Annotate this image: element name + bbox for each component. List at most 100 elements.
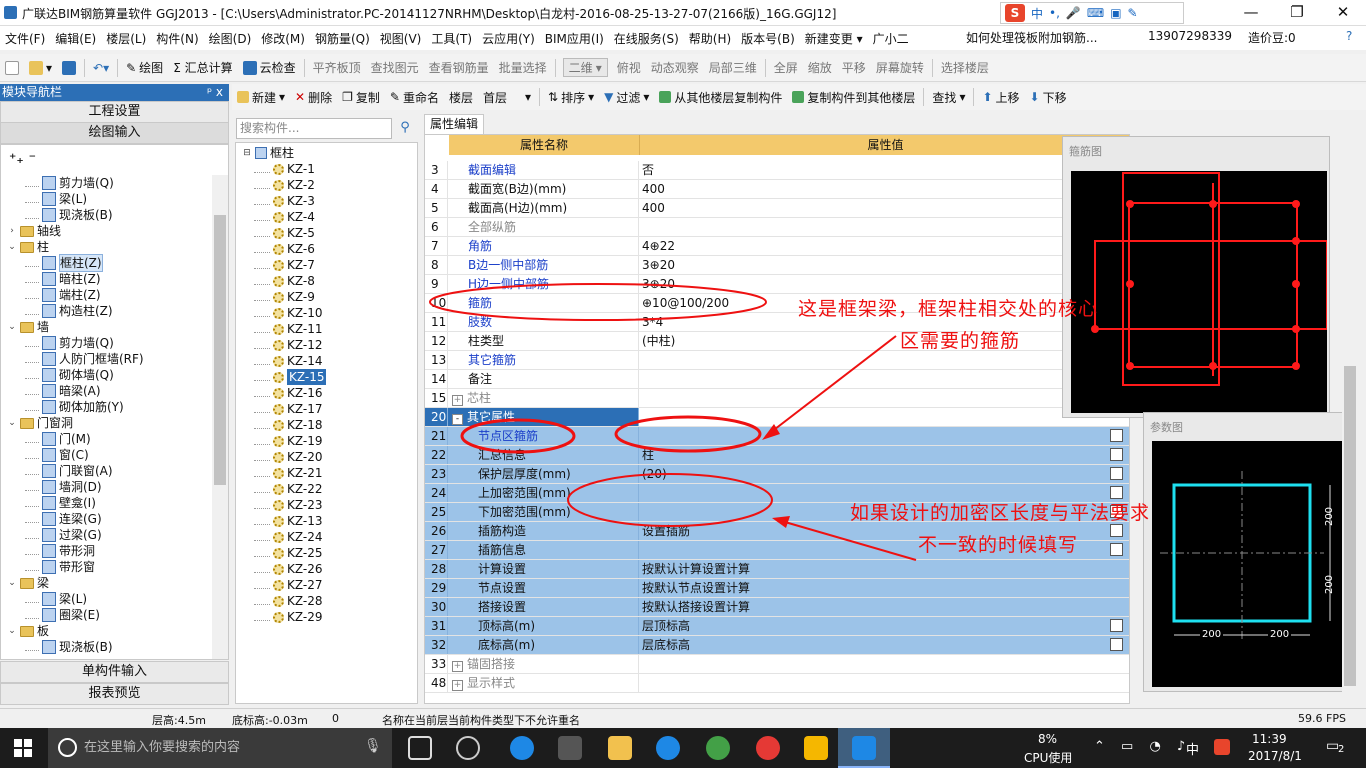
property-row[interactable]: 7 角筋 4⊕22	[425, 237, 1129, 256]
property-checkbox[interactable]	[1110, 448, 1123, 461]
pan-button[interactable]: 平移	[837, 59, 871, 76]
nav-pin-icon[interactable]: ᵖ x	[207, 84, 223, 101]
menu-version[interactable]: 版本号(B)	[736, 30, 800, 47]
move-down-button[interactable]: ⬇ 下移	[1025, 89, 1072, 106]
expand-all-icon[interactable]: ⁺₊ ⁻	[9, 151, 36, 167]
clock-date[interactable]: 2017/8/1	[1248, 749, 1302, 763]
property-value[interactable]: 4⊕22	[639, 237, 1129, 255]
property-checkbox[interactable]	[1110, 619, 1123, 632]
property-row[interactable]: 9 H边一侧中部筋 3⊕20	[425, 275, 1129, 294]
sogou-tray-icon[interactable]	[1214, 739, 1230, 755]
component-item[interactable]: KZ-19	[254, 433, 322, 449]
tray-icons[interactable]: ⌃ ▭ ◔ ♪	[1094, 739, 1191, 754]
menu-tools[interactable]: 工具(T)	[426, 30, 477, 47]
component-item[interactable]: KZ-7	[254, 257, 315, 273]
task-view-icon[interactable]	[408, 736, 432, 760]
nav-tree-item[interactable]: 圈梁(E)	[25, 607, 100, 623]
drawing-input-button[interactable]: 绘图输入	[0, 122, 229, 144]
active-app-icon[interactable]	[838, 728, 890, 768]
help-link[interactable]: 如何处理筏板附加钢筋...	[966, 29, 1097, 46]
property-value[interactable]: 3⊕20	[639, 275, 1129, 293]
component-item[interactable]: KZ-3	[254, 193, 315, 209]
menu-rebar[interactable]: 钢筋量(Q)	[310, 30, 375, 47]
tab-property-edit[interactable]: 属性编辑	[424, 114, 484, 134]
delete-button[interactable]: ✕ 删除	[290, 89, 337, 106]
orbit-button[interactable]: 动态观察	[646, 59, 704, 76]
single-component-button[interactable]: 单构件输入	[0, 661, 229, 683]
property-row[interactable]: 32 底标高(m) 层底标高	[425, 636, 1129, 655]
menu-component[interactable]: 构件(N)	[151, 30, 203, 47]
property-value[interactable]: (中柱)	[639, 332, 1129, 350]
local-3d-button[interactable]: 局部三维	[704, 59, 762, 76]
clock-time[interactable]: 11:39	[1252, 732, 1287, 746]
property-scrollbar[interactable]	[1342, 136, 1358, 706]
nav-tree-item[interactable]: 梁(L)	[25, 191, 87, 207]
tree-toggle-icon[interactable]: ⌄	[7, 415, 17, 431]
summary-calc-button[interactable]: Σ 汇总计算	[168, 59, 237, 76]
batch-select-button[interactable]: 批量选择	[494, 59, 552, 76]
nav-tree-item[interactable]: ⌄ 柱	[7, 239, 49, 255]
component-item[interactable]: KZ-9	[254, 289, 315, 305]
filter-button[interactable]: ▼ 过滤 ▾	[599, 89, 654, 106]
menu-floor[interactable]: 楼层(L)	[101, 30, 151, 47]
property-value[interactable]	[639, 370, 1129, 388]
menu-bim[interactable]: BIM应用(I)	[540, 30, 609, 47]
nav-tree-item[interactable]: 现浇板(B)	[25, 639, 113, 655]
property-checkbox[interactable]	[1110, 467, 1123, 480]
component-item[interactable]: KZ-27	[254, 577, 322, 593]
property-row[interactable]: 15 + 芯柱	[425, 389, 1129, 408]
property-row[interactable]: 30 搭接设置 按默认搭接设置计算	[425, 598, 1129, 617]
nav-tree-item[interactable]: 门(M)	[25, 431, 91, 447]
component-item[interactable]: KZ-13	[254, 513, 322, 529]
nav-tree-item[interactable]: 砌体加筋(Y)	[25, 399, 124, 415]
expand-toggle-icon[interactable]: -	[452, 414, 463, 425]
rotate-button[interactable]: 屏幕旋转	[871, 59, 929, 76]
edge-icon[interactable]	[510, 736, 534, 760]
property-row[interactable]: 5 截面高(H边)(mm) 400	[425, 199, 1129, 218]
view-2d-select[interactable]: 二维 ▾	[562, 58, 608, 77]
property-row[interactable]: 22 汇总信息 柱	[425, 446, 1129, 465]
property-value[interactable]	[639, 218, 1129, 236]
cortana-icon[interactable]	[58, 738, 77, 757]
nav-tree-item[interactable]: 梁(L)	[25, 591, 87, 607]
property-row[interactable]: 12 柱类型 (中柱)	[425, 332, 1129, 351]
nav-tree-item[interactable]: 剪力墙(Q)	[25, 175, 114, 191]
menu-new-change[interactable]: 新建变更 ▾	[800, 30, 868, 47]
property-row[interactable]: 31 顶标高(m) 层顶标高	[425, 617, 1129, 636]
draw-button[interactable]: ✎ 绘图	[121, 59, 168, 76]
keyboard-icon[interactable]: ⌨	[1087, 6, 1104, 20]
project-settings-button[interactable]: 工程设置	[0, 101, 229, 123]
property-value[interactable]: 400	[639, 199, 1129, 217]
property-value[interactable]: 层顶标高	[639, 617, 1129, 635]
property-value[interactable]	[639, 408, 1129, 426]
property-value[interactable]: 层底标高	[639, 636, 1129, 654]
component-item[interactable]: KZ-1	[254, 161, 315, 177]
component-item[interactable]: KZ-24	[254, 529, 322, 545]
property-row[interactable]: 29 节点设置 按默认节点设置计算	[425, 579, 1129, 598]
glodon-app-icon[interactable]	[756, 736, 780, 760]
nav-tree-item[interactable]: 窗(C)	[25, 447, 89, 463]
menu-assistant[interactable]: 广小二	[868, 30, 914, 47]
menu-online[interactable]: 在线服务(S)	[609, 30, 684, 47]
fullscreen-button[interactable]: 全屏	[769, 59, 803, 76]
align-top-button[interactable]: 平齐板顶	[308, 59, 366, 76]
tree-toggle-icon[interactable]: ⌄	[7, 623, 17, 639]
open-file-icon[interactable]: ▾	[24, 60, 57, 75]
new-file-icon[interactable]	[0, 60, 24, 75]
component-item[interactable]: KZ-8	[254, 273, 315, 289]
nav-tree-item[interactable]: ⌄ 梁	[7, 575, 49, 591]
tree-toggle-icon[interactable]: ⌄	[7, 239, 17, 255]
component-item[interactable]: KZ-29	[254, 609, 322, 625]
undo-icon[interactable]: ↶▾	[88, 61, 114, 75]
property-row[interactable]: 20- 其它属性	[425, 408, 1129, 427]
nav-tree-item[interactable]: 剪力墙(Q)	[25, 335, 114, 351]
punctuation-icon[interactable]: •,	[1049, 6, 1060, 20]
property-row[interactable]: 28 计算设置 按默认计算设置计算	[425, 560, 1129, 579]
component-item[interactable]: KZ-18	[254, 417, 322, 433]
property-checkbox[interactable]	[1110, 524, 1123, 537]
component-item[interactable]: KZ-21	[254, 465, 322, 481]
property-value[interactable]: 3⊕20	[639, 256, 1129, 274]
property-row[interactable]: 8 B边一侧中部筋 3⊕20	[425, 256, 1129, 275]
help-icon[interactable]: ?	[1346, 29, 1352, 43]
expand-toggle-icon[interactable]: +	[452, 661, 463, 672]
